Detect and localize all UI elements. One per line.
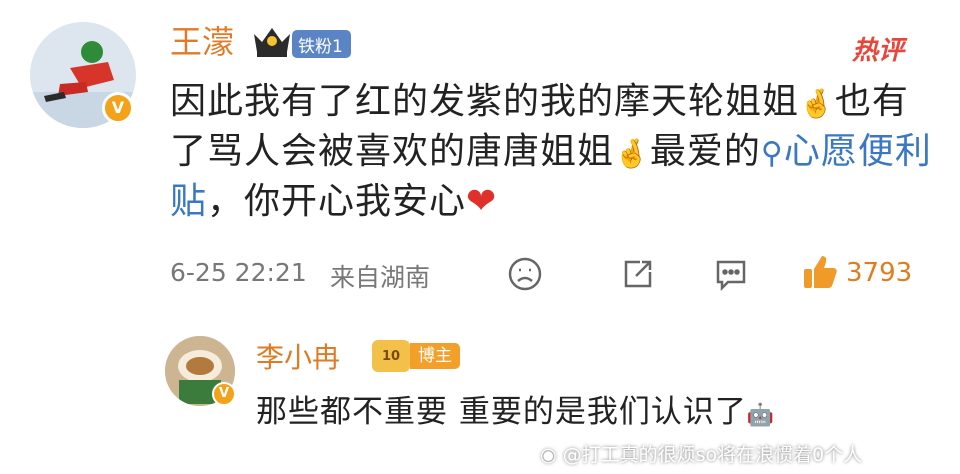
fan-badge-label: 铁粉1 — [298, 36, 343, 57]
comment-text-part1: 因此我有了红的发紫的我的摩天轮姐姐 — [170, 81, 800, 122]
blogger-crown-icon: 10 — [372, 340, 410, 372]
reply-username[interactable]: 李小冉 — [256, 340, 340, 376]
verified-icon: V — [102, 92, 134, 124]
blogger-badge-level: 10 — [381, 349, 401, 364]
share-icon[interactable] — [620, 256, 656, 292]
comment-text-part4: ，你开心我安心 — [207, 181, 467, 222]
commenter-username[interactable]: 王濛 — [170, 22, 234, 62]
comment-text-part3: 最爱的 — [649, 131, 761, 172]
watermark-text: @打工真的很烦so将在浪惯着0个人 — [562, 444, 863, 466]
like-count: 3793 — [846, 258, 913, 288]
weibo-logo-icon: ◉ — [540, 444, 557, 466]
comment-timestamp: 6-25 22:21 — [170, 258, 307, 287]
emoji-reaction-icon[interactable] — [507, 256, 543, 292]
reply-text: 那些都不重要 重要的是我们认识了🤖 — [256, 392, 775, 436]
reply-text-content: 那些都不重要 重要的是我们认识了 — [256, 394, 747, 430]
finger-heart-icon: 🤞 — [614, 137, 650, 170]
like-icon[interactable] — [800, 252, 840, 292]
reply-verified-icon: V — [212, 382, 236, 406]
comment-text: 因此我有了红的发紫的我的摩天轮姐姐🤞也有了骂人会被喜欢的唐唐姐姐🤞最爱的⚲心愿便… — [170, 78, 940, 226]
comment-source: 来自湖南 — [330, 263, 431, 292]
fan-badge: 铁粉1 — [292, 30, 351, 58]
crown-icon — [250, 24, 294, 64]
red-heart-icon: ❤ — [466, 181, 498, 222]
search-icon: ⚲ — [760, 136, 784, 171]
hot-comment-label: 热评 — [852, 36, 905, 66]
finger-heart-icon: 🤞 — [799, 87, 835, 120]
ultraman-icon: 🤖 — [746, 403, 776, 428]
blogger-badge: 10 博主 — [372, 340, 460, 372]
weibo-watermark: ◉ @打工真的很烦so将在浪惯着0个人 — [540, 440, 862, 467]
comment-icon[interactable] — [712, 256, 750, 292]
blogger-badge-label: 博主 — [410, 343, 460, 369]
